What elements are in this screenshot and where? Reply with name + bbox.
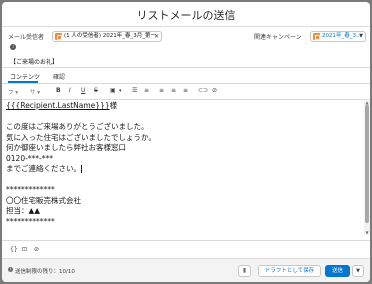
tab-review[interactable]: 確認 [53, 72, 65, 81]
font-family-label: フ [8, 90, 14, 96]
scrollbar-thumb[interactable] [365, 105, 369, 223]
body-line: 〇〇住宅販売株式会社 [6, 195, 81, 205]
numbered-list-icon[interactable]: ≡ [144, 87, 149, 94]
chevron-down-icon: ▾ [15, 90, 19, 96]
info-icon: i [8, 267, 13, 272]
font-family-select[interactable]: フ ▾ [8, 88, 18, 96]
campaign-value: 2021年_春_3... [322, 33, 362, 39]
link-icon[interactable]: ⊂⊃ [198, 87, 208, 94]
recipient-value: (1 人の受信者) 2021年_春_3月_第一 [64, 33, 157, 39]
bulleted-list-icon[interactable]: ☰ [132, 87, 137, 94]
merge-field[interactable]: {{{Recipient.LastName}}} [6, 101, 110, 110]
toolbar-divider [2, 99, 370, 100]
send-options-button[interactable]: ▼ [352, 265, 364, 277]
align-right-icon[interactable]: ≡ [183, 87, 188, 94]
list-icon [55, 33, 62, 40]
modal-title: リストメールの送信 [136, 9, 236, 22]
tab-content[interactable]: コンテンツ [10, 72, 40, 81]
campaign-select[interactable]: 2021年_春_3... ▼ [310, 31, 366, 42]
font-size-label: サ [30, 90, 36, 96]
chevron-down-icon: ▾ [37, 90, 41, 96]
body-line: 何か御座いましたら弊社お客様窓口 [6, 143, 126, 152]
campaign-label: 関連キャンペーン [254, 34, 302, 41]
underline-button[interactable]: U [81, 87, 85, 94]
info-icon[interactable]: i [10, 44, 16, 50]
close-icon[interactable]: ✕ [154, 32, 159, 41]
chevron-down-icon[interactable]: ▾ [119, 88, 122, 94]
modal-footer: i 送信制限の残り：10/10 ▮ ドラフトとして保存 送信 ▼ [2, 258, 370, 282]
editor-divider [2, 240, 370, 241]
merge-field-icon[interactable]: {} [10, 246, 18, 253]
recipient-label: メール受信者 [8, 34, 45, 41]
email-body-editor[interactable]: {{{Recipient.LastName}}}様 この度はご来場ありがとうござ… [6, 101, 364, 235]
greeting-line: {{{Recipient.LastName}}}様 [6, 101, 364, 112]
subject-field[interactable]: 【ご来場のお礼】 [10, 57, 58, 66]
image-icon[interactable]: ▣ [110, 87, 116, 94]
font-size-select[interactable]: サ ▾ [30, 88, 40, 96]
honorific: 様 [109, 101, 118, 110]
body-line: 気に入った住宅はございましたでしょうか。 [6, 132, 156, 142]
clear-format-icon[interactable]: ⊘ [212, 87, 217, 94]
text-caret [81, 165, 82, 173]
body-line: 0120-***-*** [6, 153, 53, 163]
send-limit-text: 送信制限の残り：10/10 [15, 269, 75, 275]
save-draft-button[interactable]: ドラフトとして保存 [258, 265, 321, 277]
modal-header: リストメールの送信 [2, 2, 370, 27]
italic-button[interactable]: I [69, 87, 71, 94]
send-list-email-modal: リストメールの送信 メール受信者 (1 人の受信者) 2021年_春_3月_第一… [2, 2, 370, 282]
attach-icon[interactable]: ⊘ [34, 246, 39, 253]
chevron-down-icon[interactable]: ▼ [359, 32, 363, 41]
body-line: この度はご来場ありがとうございました。 [6, 122, 149, 131]
body-line: 担当：▲▲ [6, 206, 41, 215]
scroll-down-icon[interactable]: ▼ [364, 231, 370, 235]
body-line: ************* [6, 216, 55, 226]
tab-divider [2, 83, 370, 84]
bold-button[interactable]: B [56, 87, 61, 94]
strikethrough-button[interactable]: S [94, 87, 98, 94]
body-line [6, 175, 364, 186]
align-left-icon[interactable]: ≡ [159, 87, 164, 94]
body-line: ************* [6, 185, 55, 194]
send-button[interactable]: 送信 [325, 265, 350, 277]
align-center-icon[interactable]: ≡ [171, 87, 176, 94]
body-line-with-caret: までご連絡ください。 [6, 164, 364, 175]
preview-icon[interactable]: ⊡ [22, 246, 27, 253]
delete-icon[interactable]: ▮ [238, 265, 251, 277]
campaign-icon [313, 33, 320, 40]
divider [2, 67, 370, 68]
recipient-pill[interactable]: (1 人の受信者) 2021年_春_3月_第一 ✕ [52, 31, 162, 42]
body-line-text: までご連絡ください。 [6, 164, 81, 173]
